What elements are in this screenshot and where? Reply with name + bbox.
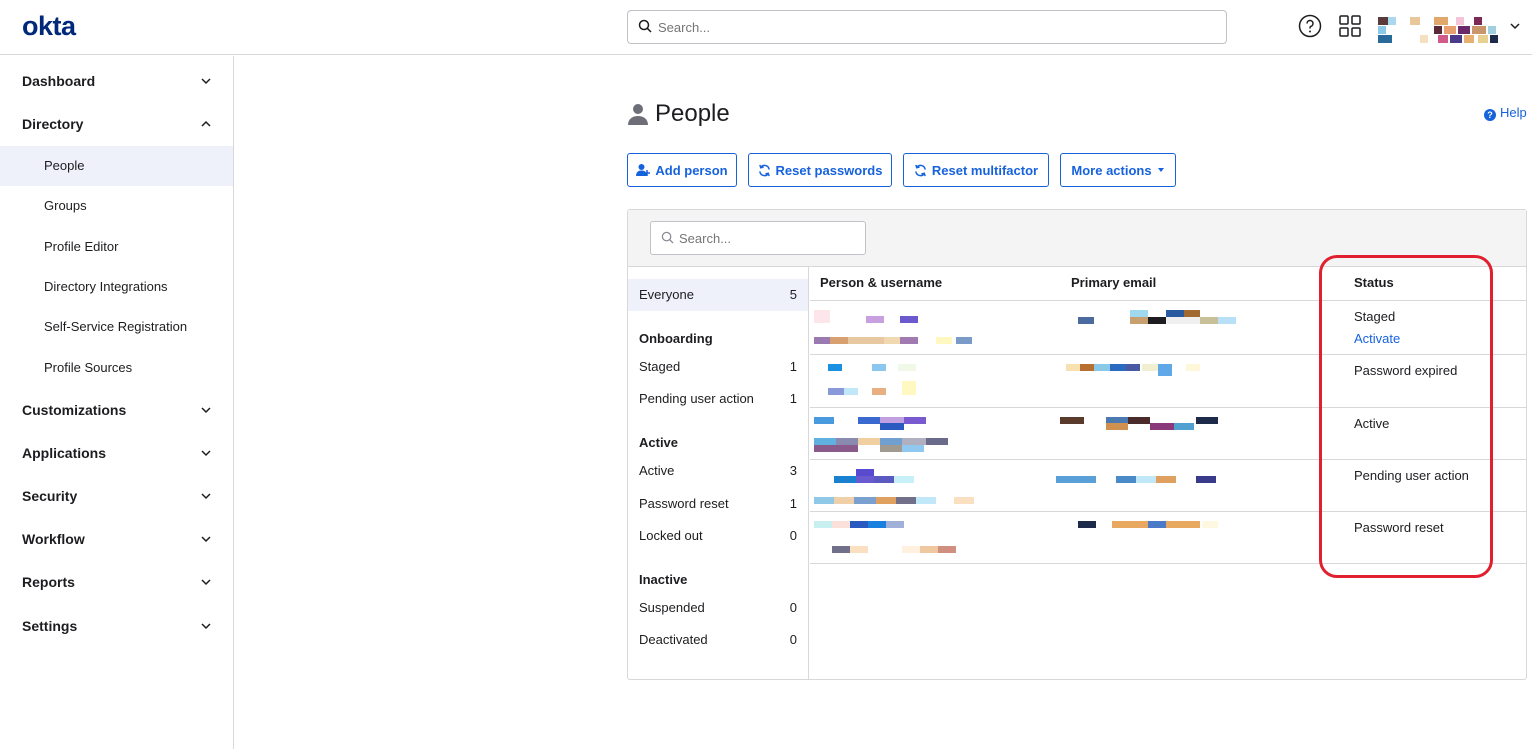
sidebar-item-label: Profile Editor [44,239,119,254]
sidebar-item-groups[interactable]: Groups [0,186,233,226]
filter-count: 0 [789,632,797,647]
sidebar-item-self-service-registration[interactable]: Self-Service Registration [0,307,233,347]
reset-passwords-button[interactable]: Reset passwords [748,153,892,187]
help-link[interactable]: ? Help [1484,105,1527,121]
filter-label: Active [639,463,675,478]
chevron-down-icon [201,493,211,500]
chevron-down-icon [201,536,211,543]
people-search-input[interactable] [679,229,859,247]
search-icon [661,231,674,244]
chevron-down-icon [201,623,211,630]
sidebar-item-label: Groups [44,198,87,213]
page-title: People [655,100,730,127]
filter-count: 1 [789,359,797,374]
more-actions-label: More actions [1071,162,1152,178]
status-column-highlight [1319,255,1493,578]
help-label: Help [1500,105,1527,120]
filter-heading-onboarding: Onboarding [639,331,713,346]
person-icon [628,104,648,125]
grid-icon[interactable] [1338,14,1362,38]
filter-count: 1 [789,391,797,406]
column-header-person[interactable]: Person & username [820,275,942,290]
help-icon: ? [1484,109,1496,121]
add-person-icon [636,164,651,176]
okta-logo[interactable]: okta [22,11,76,42]
search-icon [638,19,652,33]
caret-down-icon [1157,168,1164,172]
filter-heading-inactive: Inactive [639,572,688,587]
chevron-down-icon [201,450,211,457]
sidebar-section-customizations[interactable]: Customizations [0,390,233,430]
sidebar-item-profile-editor[interactable]: Profile Editor [0,227,233,267]
chevron-down-icon [201,78,211,85]
sidebar-item-people[interactable]: People [0,146,233,186]
filter-password-reset[interactable]: Password reset 1 [628,488,808,520]
filter-label: Pending user action [639,391,754,406]
sidebar-section-label: Dashboard [22,73,96,89]
global-search-input[interactable] [658,17,1208,37]
column-header-email[interactable]: Primary email [1071,275,1156,290]
more-actions-button[interactable]: More actions [1060,153,1176,187]
filter-count: 3 [789,463,797,478]
filter-pending-user-action[interactable]: Pending user action 1 [628,383,808,415]
sidebar-item-label: Directory Integrations [44,279,168,294]
reset-passwords-label: Reset passwords [775,162,883,178]
filter-label: Staged [639,359,681,374]
sidebar-item-directory-integrations[interactable]: Directory Integrations [0,267,233,307]
chevron-down-icon [201,407,211,414]
sidebar-item-label: Self-Service Registration [44,319,188,334]
people-search[interactable] [650,221,866,255]
reset-multifactor-label: Reset multifactor [931,162,1039,178]
sidebar-section-label: Workflow [22,531,85,547]
sidebar-item-profile-sources[interactable]: Profile Sources [0,348,233,388]
sidebar-section-label: Reports [22,574,75,590]
filter-active[interactable]: Active 3 [628,455,808,487]
chevron-up-icon [201,120,211,127]
sidebar-section-label: Settings [22,618,78,634]
filter-count: 0 [789,600,797,615]
reset-multifactor-button[interactable]: Reset multifactor [903,153,1049,187]
sidebar-section-reports[interactable]: Reports [0,562,233,602]
filter-staged[interactable]: Staged 1 [628,351,808,383]
sidebar-section-label: Security [22,488,78,504]
user-account-redacted[interactable] [1378,16,1502,44]
sidebar-nav: Dashboard Directory People Groups Profil… [0,56,234,749]
sidebar-item-label: People [44,158,85,173]
top-header: okta [0,0,1532,55]
add-person-label: Add person [655,162,728,178]
filter-label: Password reset [639,496,729,511]
filter-deactivated[interactable]: Deactivated 0 [628,624,808,656]
filter-heading-active: Active [639,435,679,450]
filter-label: Deactivated [639,632,708,647]
chevron-down-icon [201,579,211,586]
sidebar-section-label: Applications [22,445,107,461]
add-person-button[interactable]: Add person [627,153,737,187]
refresh-icon [758,164,770,176]
sidebar-section-label: Customizations [22,402,127,418]
sidebar-section-applications[interactable]: Applications [0,433,233,473]
sidebar-section-dashboard[interactable]: Dashboard [0,61,233,101]
filter-count: 0 [789,528,797,543]
filter-everyone[interactable]: Everyone 5 [628,279,808,311]
sidebar-section-settings[interactable]: Settings [0,606,233,646]
sidebar-section-security[interactable]: Security [0,476,233,516]
status-filters: Everyone 5 Onboarding Staged 1 Pending u… [628,267,809,679]
filter-count: 5 [789,287,797,302]
sidebar-section-workflow[interactable]: Workflow [0,519,233,559]
filter-label: Locked out [639,528,703,543]
chevron-down-icon[interactable] [1509,20,1521,32]
question-circle-icon[interactable] [1298,14,1322,38]
filter-label: Everyone [639,287,694,302]
filter-label: Suspended [639,600,705,615]
sidebar-section-label: Directory [22,116,84,132]
filter-count: 1 [789,496,797,511]
filter-suspended[interactable]: Suspended 0 [628,592,808,624]
sidebar-item-label: Profile Sources [44,360,133,375]
sidebar-section-directory[interactable]: Directory [0,104,233,144]
filter-locked-out[interactable]: Locked out 0 [628,520,808,552]
refresh-icon [915,164,926,176]
global-search[interactable] [627,10,1227,44]
